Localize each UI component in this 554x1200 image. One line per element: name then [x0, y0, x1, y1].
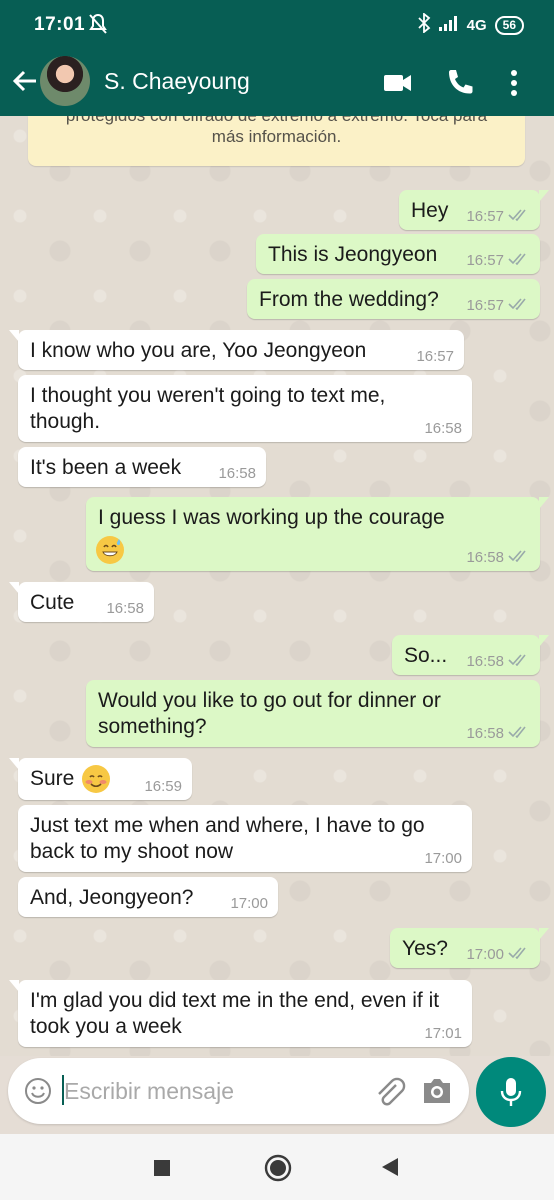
- double-check-icon: [508, 253, 530, 269]
- network-type: 4G: [466, 16, 487, 34]
- emoji-icon[interactable]: [24, 1077, 52, 1110]
- double-check-icon: [508, 298, 530, 314]
- video-call-icon[interactable]: [382, 67, 414, 99]
- message-time: 16:58: [424, 420, 462, 437]
- message-bubble-incoming[interactable]: Cute 16:58: [9, 582, 154, 622]
- message-text: I guess I was working up the courage: [98, 506, 445, 529]
- message-bubble-outgoing[interactable]: Yes? 17:00: [390, 928, 549, 968]
- message-time: 17:00: [466, 946, 504, 963]
- message-bubble-incoming[interactable]: I know who you are, Yoo Jeongyeon 16:57: [9, 330, 464, 370]
- message-time: 17:00: [230, 895, 268, 912]
- message-bubble-incoming[interactable]: And, Jeongyeon? 17:00: [18, 877, 278, 917]
- system-navigation-bar: [0, 1134, 554, 1200]
- message-meta: 16:57: [466, 253, 530, 269]
- message-bubble-incoming[interactable]: Sure 16:59: [9, 758, 192, 800]
- double-check-icon: [508, 550, 530, 566]
- home-icon[interactable]: [264, 1154, 292, 1187]
- bluetooth-icon: [417, 12, 431, 37]
- message-time: 16:57: [466, 252, 504, 269]
- camera-icon[interactable]: [421, 1076, 453, 1111]
- attach-icon[interactable]: [372, 1075, 406, 1114]
- back-arrow-icon[interactable]: [10, 66, 40, 96]
- message-time: 17:00: [424, 850, 462, 867]
- message-meta: 17:00: [424, 851, 462, 867]
- voice-call-icon[interactable]: [444, 67, 476, 99]
- back-nav-icon[interactable]: [380, 1157, 400, 1182]
- message-bubble-incoming[interactable]: I thought you weren't going to text me, …: [18, 375, 472, 442]
- message-list[interactable]: protegidos con cifrado de extremo a extr…: [0, 116, 554, 1056]
- voice-record-button[interactable]: [476, 1057, 546, 1127]
- bell-off-icon: [88, 13, 108, 40]
- microphone-icon: [500, 1076, 522, 1113]
- more-options-icon[interactable]: [508, 67, 520, 99]
- message-meta: 16:57: [466, 209, 530, 225]
- message-bubble-outgoing[interactable]: This is Jeongyeon 16:57: [256, 234, 540, 274]
- message-text: This is Jeongyeon: [268, 243, 438, 266]
- message-bubble-incoming[interactable]: Just text me when and where, I have to g…: [18, 805, 472, 872]
- chat-header: S. Chaeyoung: [0, 50, 554, 116]
- message-meta: 16:58: [424, 421, 462, 437]
- message-text: Yes?: [402, 937, 448, 960]
- message-time: 16:58: [106, 600, 144, 617]
- message-text: From the wedding?: [259, 288, 439, 311]
- status-bar: 17:01 4G 56: [0, 0, 554, 50]
- battery-level: 56: [494, 15, 524, 35]
- message-bubble-outgoing[interactable]: So... 16:58: [392, 635, 549, 675]
- message-text: Sure: [30, 767, 75, 790]
- message-text: Just text me when and where, I have to g…: [30, 814, 425, 863]
- double-check-icon: [508, 947, 530, 963]
- message-time: 16:57: [466, 297, 504, 314]
- message-time: 16:57: [416, 348, 454, 365]
- message-meta: 16:58: [106, 601, 144, 617]
- message-time: 16:58: [466, 653, 504, 670]
- message-bubble-outgoing[interactable]: From the wedding? 16:57: [247, 279, 540, 319]
- message-meta: 16:58: [218, 466, 256, 482]
- contact-avatar[interactable]: [40, 56, 90, 106]
- message-bubble-incoming[interactable]: I'm glad you did text me in the end, eve…: [9, 980, 472, 1047]
- message-bubble-outgoing[interactable]: I guess I was working up the courage 16:…: [86, 497, 549, 571]
- grinning-sweat-emoji: [96, 536, 124, 564]
- message-meta: 16:58: [466, 654, 530, 670]
- message-input[interactable]: Escribir mensaje: [64, 1078, 234, 1105]
- message-meta: 16:59: [144, 779, 182, 795]
- message-meta: 17:01: [424, 1026, 462, 1042]
- encryption-notice[interactable]: protegidos con cifrado de extremo a extr…: [28, 116, 525, 166]
- message-meta: 16:57: [416, 349, 454, 365]
- message-text: So...: [404, 644, 448, 667]
- message-time: 16:57: [466, 208, 504, 225]
- status-time: 17:01: [34, 14, 86, 35]
- message-text: I thought you weren't going to text me, …: [30, 384, 386, 433]
- message-meta: 16:58: [466, 726, 530, 742]
- message-meta: 16:57: [466, 298, 530, 314]
- double-check-icon: [508, 209, 530, 225]
- message-time: 16:59: [144, 778, 182, 795]
- message-text: Cute: [30, 591, 75, 614]
- recent-apps-icon[interactable]: [153, 1159, 171, 1182]
- message-text: And, Jeongyeon?: [30, 886, 194, 909]
- message-composer[interactable]: Escribir mensaje: [8, 1058, 469, 1124]
- message-text: Would you like to go out for dinner or s…: [98, 689, 441, 738]
- message-time: 16:58: [466, 549, 504, 566]
- message-meta: 16:58: [466, 550, 530, 566]
- contact-name[interactable]: S. Chaeyoung: [104, 68, 250, 95]
- encryption-notice-text: protegidos con cifrado de extremo a extr…: [66, 116, 487, 146]
- status-indicators: 4G 56: [417, 12, 524, 37]
- message-text: Hey: [411, 199, 449, 222]
- signal-icon: [438, 15, 459, 35]
- message-meta: 17:00: [466, 947, 530, 963]
- message-time: 16:58: [218, 465, 256, 482]
- message-text: I know who you are, Yoo Jeongyeon: [30, 339, 367, 362]
- message-bubble-incoming[interactable]: It's been a week 16:58: [18, 447, 266, 487]
- message-time: 16:58: [466, 725, 504, 742]
- message-bubble-outgoing[interactable]: Hey 16:57: [399, 190, 549, 230]
- message-meta: 17:00: [230, 896, 268, 912]
- double-check-icon: [508, 654, 530, 670]
- message-bubble-outgoing[interactable]: Would you like to go out for dinner or s…: [86, 680, 540, 747]
- double-check-icon: [508, 726, 530, 742]
- message-text: I'm glad you did text me in the end, eve…: [30, 989, 440, 1038]
- message-text: It's been a week: [30, 456, 182, 479]
- message-time: 17:01: [424, 1025, 462, 1042]
- smiling-blush-emoji: [82, 765, 110, 793]
